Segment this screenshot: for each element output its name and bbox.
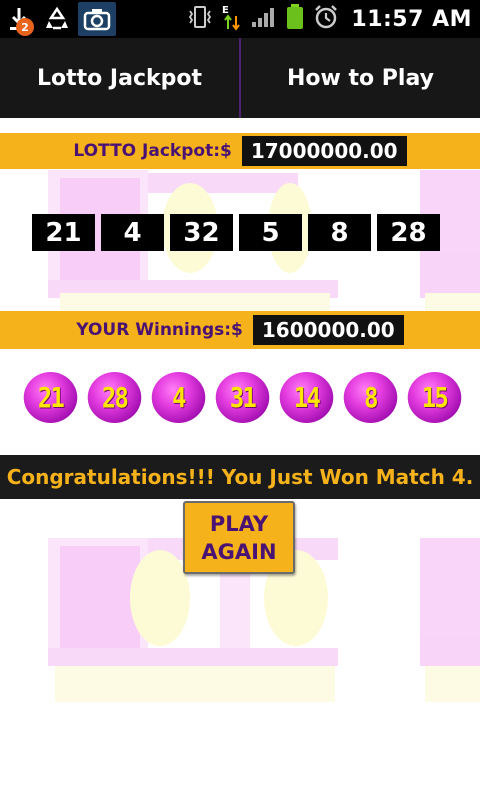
battery-icon [285,3,305,35]
tab-how-to-play[interactable]: How to Play [241,38,480,118]
play-again-label-line2: AGAIN [201,539,277,564]
jackpot-number: 4 [101,214,164,251]
system-status-icons: E 11:57 AM [187,0,472,38]
notification-count-badge: 2 [16,18,34,36]
result-message: Congratulations!!! You Just Won Match 4. [0,455,480,499]
winnings-label: YOUR Winnings:$ [76,320,243,340]
svg-text:E: E [222,5,229,16]
lotto-ball: 4 [151,372,206,423]
vibrate-icon [187,5,213,33]
notification-icons: 2 [0,0,116,38]
tab-bar: Lotto Jackpot How to Play [0,38,480,118]
tab-lotto-jackpot[interactable]: Lotto Jackpot [0,38,239,118]
edge-data-icon: E [221,3,243,35]
play-again-label-line1: PLAY [209,511,269,536]
jackpot-number: 32 [170,214,233,251]
jackpot-number: 28 [377,214,440,251]
jackpot-numbers: 21 4 32 5 8 28 [32,214,440,251]
winnings-banner: YOUR Winnings:$ 1600000.00 [0,311,480,349]
status-bar: 2 E 11:57 AM [0,0,480,38]
jackpot-number: 21 [32,214,95,251]
status-time: 11:57 AM [351,6,472,32]
lotto-ball: 28 [87,372,142,423]
alarm-clock-icon [313,4,339,34]
camera-icon[interactable] [78,2,116,36]
recycle-icon[interactable] [42,4,72,34]
lotto-ball: 21 [23,372,78,423]
winnings-amount: 1600000.00 [252,315,404,345]
download-notification-icon[interactable]: 2 [4,4,34,36]
jackpot-amount: 17000000.00 [241,136,407,166]
jackpot-number: 8 [308,214,371,251]
signal-strength-icon [251,5,277,33]
player-balls: 21 28 4 31 14 8 15 [19,372,466,423]
lotto-ball: 14 [279,372,334,423]
lotto-ball: 15 [407,372,462,423]
jackpot-label: LOTTO Jackpot:$ [73,141,232,161]
jackpot-banner: LOTTO Jackpot:$ 17000000.00 [0,133,480,169]
lotto-ball: 8 [343,372,398,423]
lotto-ball: 31 [215,372,270,423]
play-again-button[interactable]: PLAY AGAIN [183,501,295,574]
jackpot-number: 5 [239,214,302,251]
